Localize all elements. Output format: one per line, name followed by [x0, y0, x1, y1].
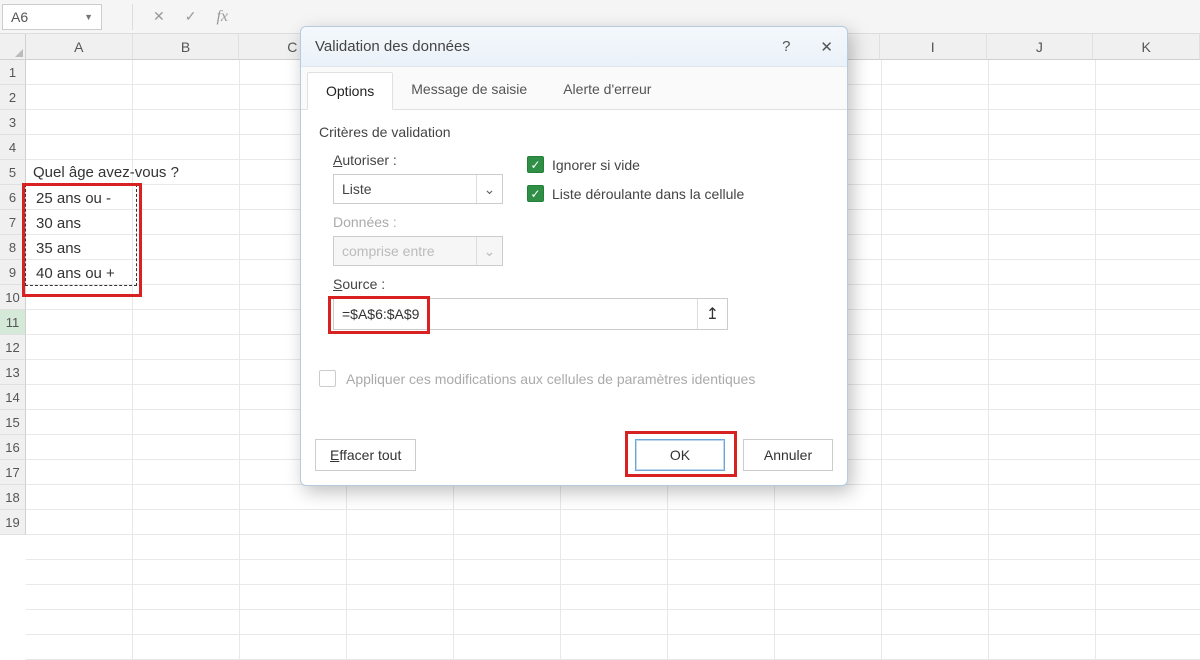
cell-a5[interactable]: Quel âge avez-vous ?	[29, 160, 183, 185]
row-header[interactable]: 13	[0, 360, 26, 385]
chevron-down-icon[interactable]: ⌄	[476, 175, 502, 203]
row-header[interactable]: 9	[0, 260, 26, 285]
row-header[interactable]: 6	[0, 185, 26, 210]
source-input[interactable]	[334, 306, 697, 322]
select-all-corner[interactable]	[0, 34, 26, 60]
chevron-down-icon: ⌄	[476, 237, 502, 265]
row-header[interactable]: 3	[0, 110, 26, 135]
dialog-title: Validation des données	[315, 38, 470, 55]
row-header[interactable]: 14	[0, 385, 26, 410]
tab-error-alert[interactable]: Alerte d'erreur	[545, 71, 669, 109]
col-header[interactable]: B	[133, 34, 240, 60]
source-label: Source :	[333, 276, 829, 292]
row-header[interactable]: 18	[0, 485, 26, 510]
tab-input-message[interactable]: Message de saisie	[393, 71, 545, 109]
row-header[interactable]: 11	[0, 310, 26, 335]
check-icon: ✓	[527, 185, 544, 202]
selection-range-icon	[25, 184, 137, 286]
row-header[interactable]: 12	[0, 335, 26, 360]
row-header[interactable]: 2	[0, 85, 26, 110]
row-header[interactable]: 8	[0, 235, 26, 260]
cancel-button[interactable]: Annuler	[743, 439, 833, 471]
row-header[interactable]: 1	[0, 60, 26, 85]
authorise-select[interactable]: Liste ⌄	[333, 174, 503, 204]
confirm-icon[interactable]: ✓	[185, 8, 197, 25]
ok-button[interactable]: OK	[635, 439, 725, 471]
data-validation-dialog: Validation des données ? ✕ Options Messa…	[300, 26, 848, 486]
col-header[interactable]: K	[1093, 34, 1200, 60]
data-label: Données :	[333, 214, 503, 230]
col-header[interactable]: J	[987, 34, 1094, 60]
divider	[132, 4, 133, 30]
authorise-label: Autoriser :	[333, 152, 503, 168]
close-icon[interactable]: ✕	[820, 38, 833, 56]
source-input-wrapper: ↥	[333, 298, 728, 330]
name-box[interactable]: A6 ▼	[2, 4, 102, 30]
chevron-down-icon[interactable]: ▼	[84, 12, 93, 22]
apply-to-others-checkbox: Appliquer ces modifications aux cellules…	[319, 370, 829, 387]
group-title: Critères de validation	[319, 124, 829, 140]
fx-icon[interactable]: fx	[216, 8, 228, 26]
col-header[interactable]: A	[26, 34, 133, 60]
row-header[interactable]: 10	[0, 285, 26, 310]
dialog-tabs: Options Message de saisie Alerte d'erreu…	[301, 67, 847, 110]
cancel-icon[interactable]: ✕	[153, 8, 165, 25]
row-header[interactable]: 4	[0, 135, 26, 160]
name-box-value: A6	[11, 9, 28, 25]
dialog-titlebar[interactable]: Validation des données ? ✕	[301, 27, 847, 67]
row-header[interactable]: 17	[0, 460, 26, 485]
row-header[interactable]: 5	[0, 160, 26, 185]
row-header[interactable]: 15	[0, 410, 26, 435]
help-icon[interactable]: ?	[782, 38, 790, 56]
incell-dropdown-checkbox[interactable]: ✓ Liste déroulante dans la cellule	[527, 185, 744, 202]
check-icon: ✓	[527, 156, 544, 173]
tab-options[interactable]: Options	[307, 72, 393, 110]
range-picker-icon[interactable]: ↥	[697, 299, 727, 329]
row-header[interactable]: 19	[0, 510, 26, 535]
checkbox-icon	[319, 370, 336, 387]
row-header[interactable]: 16	[0, 435, 26, 460]
data-select: comprise entre ⌄	[333, 236, 503, 266]
row-header[interactable]: 7	[0, 210, 26, 235]
col-header[interactable]: I	[880, 34, 987, 60]
clear-all-button[interactable]: Effacer tout	[315, 439, 416, 471]
ignore-blank-checkbox[interactable]: ✓ Ignorer si vide	[527, 156, 744, 173]
